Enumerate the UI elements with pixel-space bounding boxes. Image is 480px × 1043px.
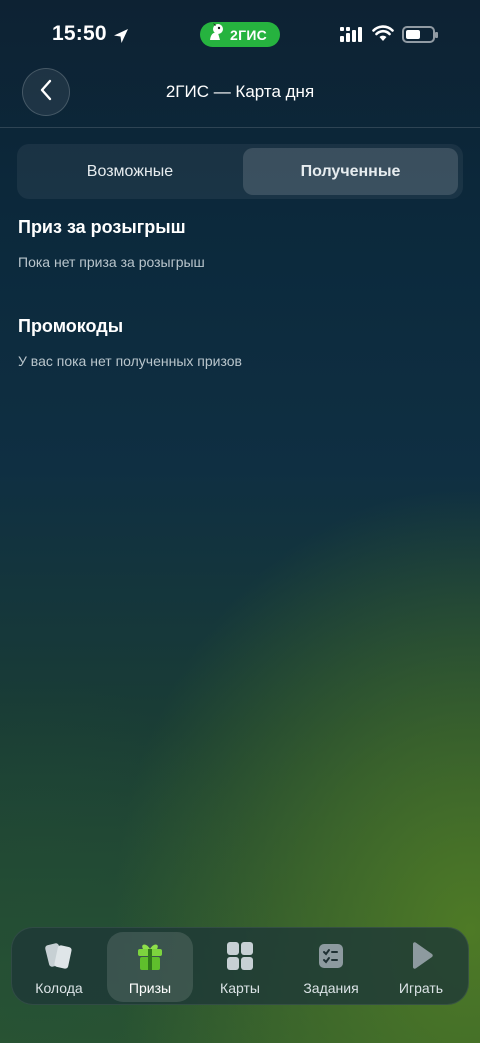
prize-section-text: Пока нет приза за розыгрыш — [18, 254, 205, 270]
tabbar-item-cards[interactable]: Карты — [197, 932, 283, 1002]
tabbar-item-play[interactable]: Играть — [378, 932, 464, 1002]
bottom-tab-bar: Колода Призы Карты Задания Играть — [11, 927, 469, 1005]
wifi-icon — [372, 25, 394, 47]
status-time: 15:50 — [52, 22, 107, 45]
app-pill[interactable]: 2ГИС — [200, 22, 280, 47]
tabbar-item-prizes[interactable]: Призы — [107, 932, 193, 1002]
checklist-icon — [288, 940, 374, 972]
play-icon — [378, 940, 464, 972]
cards-deck-icon — [16, 940, 102, 972]
status-bar: 15:50 2ГИС — [0, 0, 480, 66]
gift-icon — [107, 940, 193, 972]
grid-icon — [197, 940, 283, 972]
tabbar-label-tasks: Задания — [303, 980, 359, 996]
tabbar-item-tasks[interactable]: Задания — [288, 932, 374, 1002]
battery-icon — [402, 26, 438, 43]
segmented-control: Возможные Полученные — [17, 144, 463, 199]
dog-logo-icon — [206, 22, 226, 47]
app-pill-label: 2ГИС — [230, 26, 268, 43]
tabbar-label-cards: Карты — [220, 980, 260, 996]
page-title: 2ГИС — Карта дня — [165, 82, 315, 101]
tab-received[interactable]: Полученные — [243, 148, 458, 195]
tabbar-item-deck[interactable]: Колода — [16, 932, 102, 1002]
nav-header: 2ГИС — Карта дня — [0, 66, 480, 128]
promo-section-title: Промокоды — [18, 316, 124, 336]
promo-section-text: У вас пока нет полученных призов — [18, 353, 242, 369]
location-arrow-icon — [112, 27, 130, 50]
prize-section-title: Приз за розыгрыш — [18, 217, 186, 237]
tabbar-label-deck: Колода — [35, 980, 83, 996]
tabbar-label-prizes: Призы — [128, 980, 172, 996]
signal-icon — [340, 26, 364, 47]
tabbar-label-play: Играть — [398, 980, 444, 996]
tab-possible[interactable]: Возможные — [21, 148, 239, 195]
